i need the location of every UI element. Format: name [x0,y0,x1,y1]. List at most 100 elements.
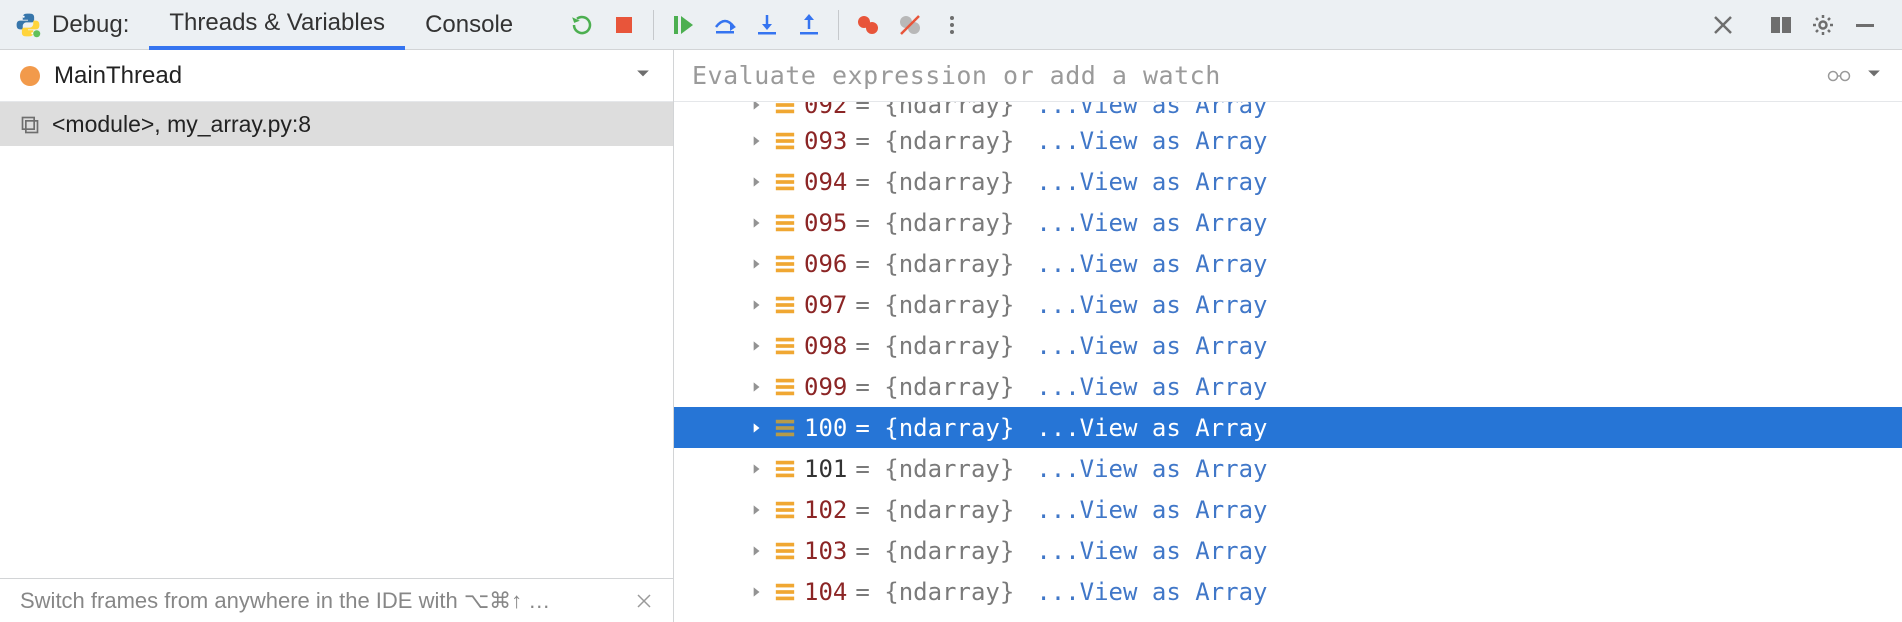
expand-chevron-icon[interactable] [746,175,766,189]
variable-row[interactable]: 096= {ndarray}...View as Array [674,243,1902,284]
variable-row[interactable]: 101 = {ndarray} ...View as Array [674,448,1902,489]
variable-index: 100 [804,414,847,442]
array-icon [774,171,796,193]
thread-status-dot [20,66,40,86]
view-as-array-link[interactable]: ...View as Array [1036,373,1267,401]
expand-chevron-icon[interactable] [746,503,766,517]
tab-console[interactable]: Console [405,0,533,50]
variable-type: = {ndarray} [855,414,1014,442]
variable-row[interactable]: 098 = {ndarray} ...View as Array [674,325,1902,366]
array-icon [774,417,796,439]
debug-toolbar: Debug: Threads & VariablesConsole [0,0,1902,50]
variable-row[interactable]: 092= {ndarray}...View as Array [674,102,1902,120]
close-tip-icon[interactable] [635,592,653,610]
array-icon [774,130,796,152]
expand-chevron-icon[interactable] [746,257,766,271]
tab-threads-variables[interactable]: Threads & Variables [149,0,405,50]
array-icon [774,253,796,275]
rerun-icon[interactable] [569,12,595,38]
resume-icon[interactable] [670,12,696,38]
settings-icon[interactable] [1810,12,1836,38]
step-out-icon[interactable] [796,12,822,38]
variable-row[interactable]: 100 = {ndarray} ...View as Array [674,407,1902,448]
array-icon [774,294,796,316]
variable-type: = {ndarray} [855,209,1014,237]
more-icon[interactable] [939,12,965,38]
view-as-array-link[interactable]: ...View as Array [1036,455,1267,483]
view-as-array-link[interactable]: ...View as Array [1036,209,1267,237]
step-over-icon[interactable] [712,12,738,38]
expand-chevron-icon[interactable] [746,462,766,476]
variable-type: = {ndarray} [855,291,1014,319]
expand-chevron-icon[interactable] [746,298,766,312]
variable-index: 101 [804,455,847,483]
variable-index: 103 [804,537,847,565]
variable-type: = {ndarray} [855,332,1014,360]
expression-bar [674,50,1902,102]
variable-index: 093 [804,127,847,155]
view-as-array-link[interactable]: ...View as Array [1036,537,1267,565]
variable-type: = {ndarray} [855,127,1014,155]
mute-breakpoints-icon[interactable] [897,12,923,38]
array-icon [774,540,796,562]
variable-index: 099 [804,373,847,401]
variable-type: = {ndarray} [855,102,1014,119]
stack-frame-row[interactable]: <module>, my_array.py:8 [0,102,673,146]
view-as-array-link[interactable]: ...View as Array [1036,127,1267,155]
chevron-down-icon[interactable] [1864,63,1884,89]
close-icon[interactable] [1710,12,1736,38]
variable-row[interactable]: 099= {ndarray}...View as Array [674,366,1902,407]
expand-chevron-icon[interactable] [746,339,766,353]
layout-icon[interactable] [1768,12,1794,38]
variables-panel: 092= {ndarray}...View as Array093= {ndar… [674,50,1902,622]
view-as-array-link[interactable]: ...View as Array [1036,414,1267,442]
array-icon [774,376,796,398]
python-icon [14,11,42,39]
view-as-array-link[interactable]: ...View as Array [1036,332,1267,360]
expand-chevron-icon[interactable] [746,585,766,599]
variable-type: = {ndarray} [855,496,1014,524]
variable-index: 104 [804,578,847,606]
variable-index: 096 [804,250,847,278]
minimize-icon[interactable] [1852,12,1878,38]
view-as-array-link[interactable]: ...View as Array [1036,496,1267,524]
expand-chevron-icon[interactable] [746,544,766,558]
debug-tabs: Threads & VariablesConsole [149,0,533,50]
variable-index: 098 [804,332,847,360]
view-as-array-link[interactable]: ...View as Array [1036,291,1267,319]
view-as-array-link[interactable]: ...View as Array [1036,102,1267,119]
expand-chevron-icon[interactable] [746,421,766,435]
variable-row[interactable]: 093 = {ndarray} ...View as Array [674,120,1902,161]
variable-type: = {ndarray} [855,578,1014,606]
view-as-array-link[interactable]: ...View as Array [1036,578,1267,606]
stop-icon[interactable] [611,12,637,38]
variable-index: 094 [804,168,847,196]
array-icon [774,335,796,357]
view-as-array-link[interactable]: ...View as Array [1036,168,1267,196]
expression-input[interactable] [692,61,1814,90]
thread-name: MainThread [54,62,633,90]
thread-selector[interactable]: MainThread [0,50,673,102]
expand-chevron-icon[interactable] [746,134,766,148]
variable-type: = {ndarray} [855,455,1014,483]
variable-row[interactable]: 097 = {ndarray} ...View as Array [674,284,1902,325]
variable-row[interactable]: 094= {ndarray}...View as Array [674,161,1902,202]
variable-index: 102 [804,496,847,524]
variables-list[interactable]: 092= {ndarray}...View as Array093= {ndar… [674,102,1902,622]
view-as-array-link[interactable]: ...View as Array [1036,250,1267,278]
variable-row[interactable]: 102 = {ndarray} ...View as Array [674,489,1902,530]
variable-row[interactable]: 103= {ndarray}...View as Array [674,530,1902,571]
variable-row[interactable]: 095 = {ndarray} ...View as Array [674,202,1902,243]
variable-index: 095 [804,209,847,237]
debug-label: Debug: [52,11,129,39]
chevron-down-icon[interactable] [633,63,653,89]
expand-chevron-icon[interactable] [746,216,766,230]
expand-chevron-icon[interactable] [746,102,766,112]
breakpoints-icon[interactable] [855,12,881,38]
expand-chevron-icon[interactable] [746,380,766,394]
step-into-icon[interactable] [754,12,780,38]
variable-index: 097 [804,291,847,319]
array-icon [774,212,796,234]
glasses-icon[interactable] [1826,63,1852,89]
variable-row[interactable]: 104 = {ndarray} ...View as Array [674,571,1902,612]
